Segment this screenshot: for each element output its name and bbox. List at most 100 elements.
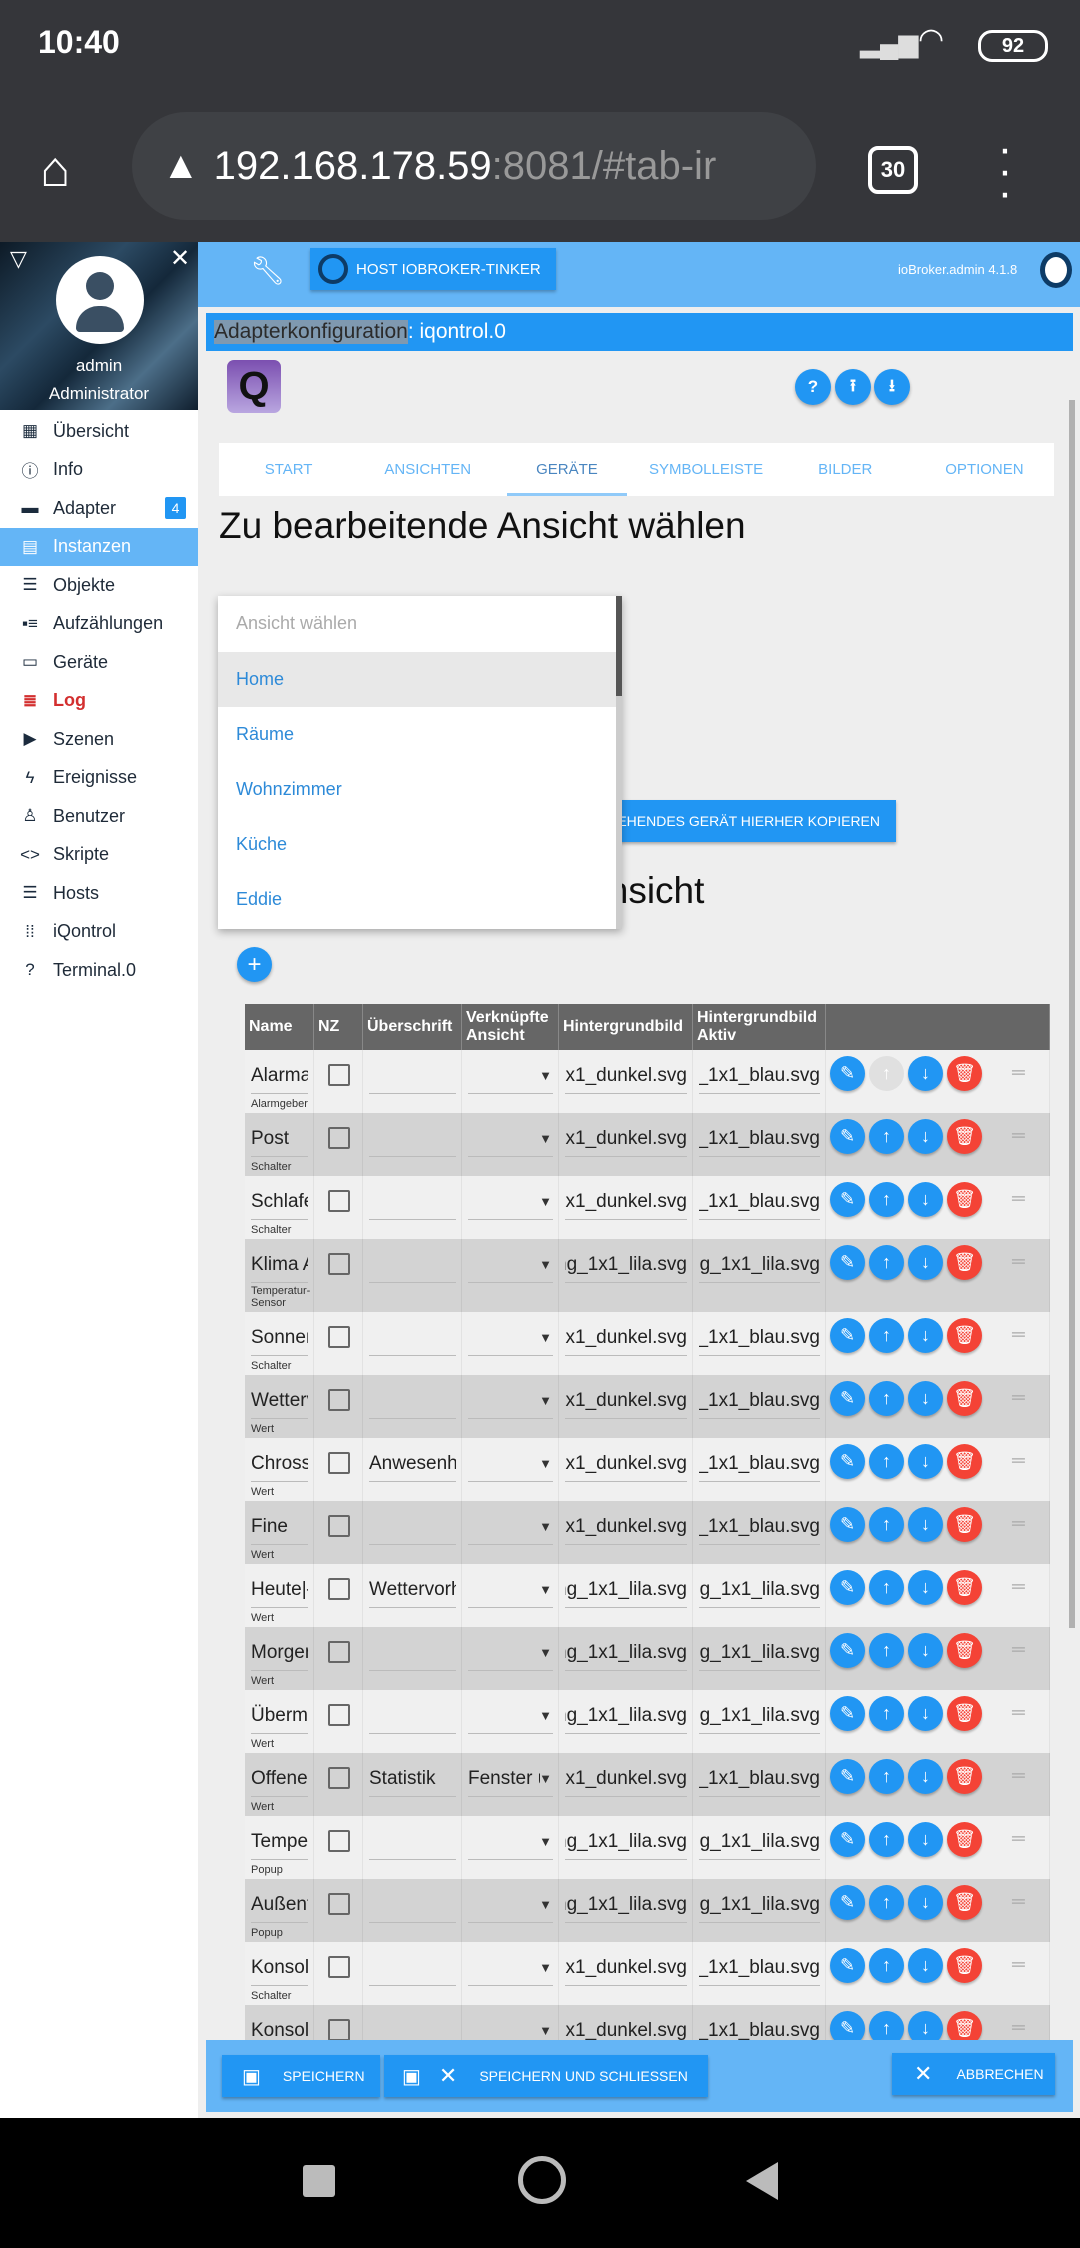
background-active-input[interactable]: hg_1x1_blau.svg <box>699 1446 820 1482</box>
background-input[interactable]: .1x1_dunkel.svg <box>565 1058 687 1094</box>
drag-handle-icon[interactable]: ═ <box>1012 1891 1025 1912</box>
drag-handle-icon[interactable]: ═ <box>1012 1188 1025 1209</box>
dropdown-option[interactable]: Eddie <box>218 872 616 927</box>
heading-input[interactable] <box>369 1698 456 1734</box>
background-input[interactable]: .1x1_dunkel.svg <box>565 1184 687 1220</box>
background-active-input[interactable]: hg_1x1_blau.svg <box>699 1509 820 1545</box>
background-active-input[interactable]: hg_1x1_blau.svg <box>699 1320 820 1356</box>
save-close-button[interactable]: ▣ ✕ SPEICHERN UND SCHLIESSEN <box>384 2055 708 2097</box>
background-active-input[interactable]: \hg_1x1_lila.svg <box>699 1635 820 1671</box>
sidebar-item-benutzer[interactable]: ♙ Benutzer <box>0 797 198 835</box>
nz-checkbox[interactable] <box>328 2019 350 2040</box>
move-up-button[interactable]: ↑ <box>869 1822 904 1857</box>
heading-input[interactable] <box>369 1950 456 1986</box>
edit-button[interactable]: ✎ <box>830 1570 865 1605</box>
nz-checkbox[interactable] <box>328 1127 350 1149</box>
sidebar-item-adapter[interactable]: ▬ Adapter 4 <box>0 489 198 527</box>
delete-button[interactable]: 🗑︎ <box>947 1318 982 1353</box>
edit-button[interactable]: ✎ <box>830 1696 865 1731</box>
background-input[interactable]: .1x1_dunkel.svg <box>565 1950 687 1986</box>
move-up-button[interactable]: ↑ <box>869 1570 904 1605</box>
nz-checkbox[interactable] <box>328 1515 350 1537</box>
nz-checkbox[interactable] <box>328 1704 350 1726</box>
name-input[interactable]: Klima A <box>251 1247 308 1283</box>
heading-input[interactable] <box>369 1320 456 1356</box>
nz-checkbox[interactable] <box>328 1641 350 1663</box>
close-icon[interactable]: ✕ <box>170 244 190 273</box>
delete-button[interactable]: 🗑︎ <box>947 1381 982 1416</box>
drag-handle-icon[interactable]: ═ <box>1012 1251 1025 1272</box>
delete-button[interactable]: 🗑︎ <box>947 1759 982 1794</box>
sidebar-item-objekte[interactable]: ☰ Objekte <box>0 566 198 604</box>
background-active-input[interactable]: hg_1x1_blau.svg <box>699 1950 820 1986</box>
heading-input[interactable]: Wettervorhe <box>369 1572 456 1608</box>
move-down-button[interactable]: ↓ <box>908 1182 943 1217</box>
name-input[interactable]: Wetterv <box>251 1383 308 1419</box>
background-input[interactable]: .1x1_dunkel.svg <box>565 1121 687 1157</box>
dropdown-option[interactable]: Räume <box>218 707 616 762</box>
background-input[interactable]: .1x1_dunkel.svg <box>565 1509 687 1545</box>
sidebar-item-übersicht[interactable]: ▦ Übersicht <box>0 412 198 450</box>
move-down-button[interactable]: ↓ <box>908 1759 943 1794</box>
download-button[interactable]: ⭳ <box>874 369 910 405</box>
move-up-button[interactable]: ↑ <box>869 1056 904 1091</box>
sidebar-item-info[interactable]: ⓘ Info <box>0 451 198 489</box>
page-scrollbar[interactable] <box>1069 400 1075 1628</box>
wrench-icon[interactable]: 🔧︎ <box>250 254 286 287</box>
host-button[interactable]: HOST IOBROKER-TINKER <box>310 248 556 290</box>
cancel-button[interactable]: ✕ ABBRECHEN <box>892 2053 1055 2095</box>
move-down-button[interactable]: ↓ <box>908 1056 943 1091</box>
nz-checkbox[interactable] <box>328 1064 350 1086</box>
tab-symbolleiste[interactable]: SYMBOLLEISTE <box>637 443 776 496</box>
tab-optionen[interactable]: OPTIONEN <box>915 443 1054 496</box>
drag-handle-icon[interactable]: ═ <box>1012 1387 1025 1408</box>
name-input[interactable]: Temper <box>251 1824 308 1860</box>
view-dropdown[interactable]: Ansicht wählen Home Räume Wohnzimmer Küche E… <box>218 596 622 929</box>
background-input[interactable]: \hg_1x1_lila.svg <box>565 1824 687 1860</box>
background-active-input[interactable]: hg_1x1_blau.svg <box>699 1761 820 1797</box>
tab-geräte[interactable]: GERÄTE <box>497 443 636 496</box>
sidebar-item-geräte[interactable]: ▭ Geräte <box>0 643 198 681</box>
sidebar-item-hosts[interactable]: ☰ Hosts <box>0 874 198 912</box>
delete-button[interactable]: 🗑︎ <box>947 1948 982 1983</box>
background-input[interactable]: \hg_1x1_lila.svg <box>565 1698 687 1734</box>
delete-button[interactable]: 🗑︎ <box>947 1696 982 1731</box>
move-up-button[interactable]: ↑ <box>869 1444 904 1479</box>
edit-button[interactable]: ✎ <box>830 1444 865 1479</box>
drag-handle-icon[interactable]: ═ <box>1012 1954 1025 1975</box>
move-down-button[interactable]: ↓ <box>908 1570 943 1605</box>
heading-input[interactable]: Anwesenhe <box>369 1446 456 1482</box>
name-input[interactable]: Morgen <box>251 1635 308 1671</box>
move-up-button[interactable]: ↑ <box>869 1948 904 1983</box>
move-down-button[interactable]: ↓ <box>908 2011 943 2040</box>
edit-button[interactable]: ✎ <box>830 1885 865 1920</box>
name-input[interactable]: Außente <box>251 1887 308 1923</box>
name-input[interactable]: Alarmanlage <box>251 1058 308 1094</box>
delete-button[interactable]: 🗑︎ <box>947 1056 982 1091</box>
sidebar-item-szenen[interactable]: ▶ Szenen <box>0 720 198 758</box>
nz-checkbox[interactable] <box>328 1253 350 1275</box>
move-up-button[interactable]: ↑ <box>869 1885 904 1920</box>
move-up-button[interactable]: ↑ <box>869 1119 904 1154</box>
move-down-button[interactable]: ↓ <box>908 1245 943 1280</box>
background-active-input[interactable]: hg_1x1_blau.svg <box>699 1383 820 1419</box>
edit-button[interactable]: ✎ <box>830 1245 865 1280</box>
background-input[interactable]: .1x1_dunkel.svg <box>565 1761 687 1797</box>
background-input[interactable]: .1x1_dunkel.svg <box>565 1383 687 1419</box>
nz-checkbox[interactable] <box>328 1452 350 1474</box>
move-up-button[interactable]: ↑ <box>869 1507 904 1542</box>
background-active-input[interactable]: \hg_1x1_lila.svg <box>699 1887 820 1923</box>
delete-button[interactable]: 🗑︎ <box>947 2011 982 2040</box>
drag-handle-icon[interactable]: ═ <box>1012 1702 1025 1723</box>
tab-ansichten[interactable]: ANSICHTEN <box>358 443 497 496</box>
menu-icon[interactable]: · · · <box>990 127 1020 215</box>
nz-checkbox[interactable] <box>328 1190 350 1212</box>
heading-input[interactable] <box>369 1383 456 1419</box>
tab-start[interactable]: START <box>219 443 358 496</box>
name-input[interactable]: Post <box>251 1121 308 1157</box>
drag-handle-icon[interactable]: ═ <box>1012 1576 1025 1597</box>
sidebar-item-terminal-0[interactable]: ? Terminal.0 <box>0 951 198 989</box>
add-device-button[interactable]: + <box>237 947 272 982</box>
drag-handle-icon[interactable]: ═ <box>1012 2017 1025 2038</box>
edit-button[interactable]: ✎ <box>830 1182 865 1217</box>
